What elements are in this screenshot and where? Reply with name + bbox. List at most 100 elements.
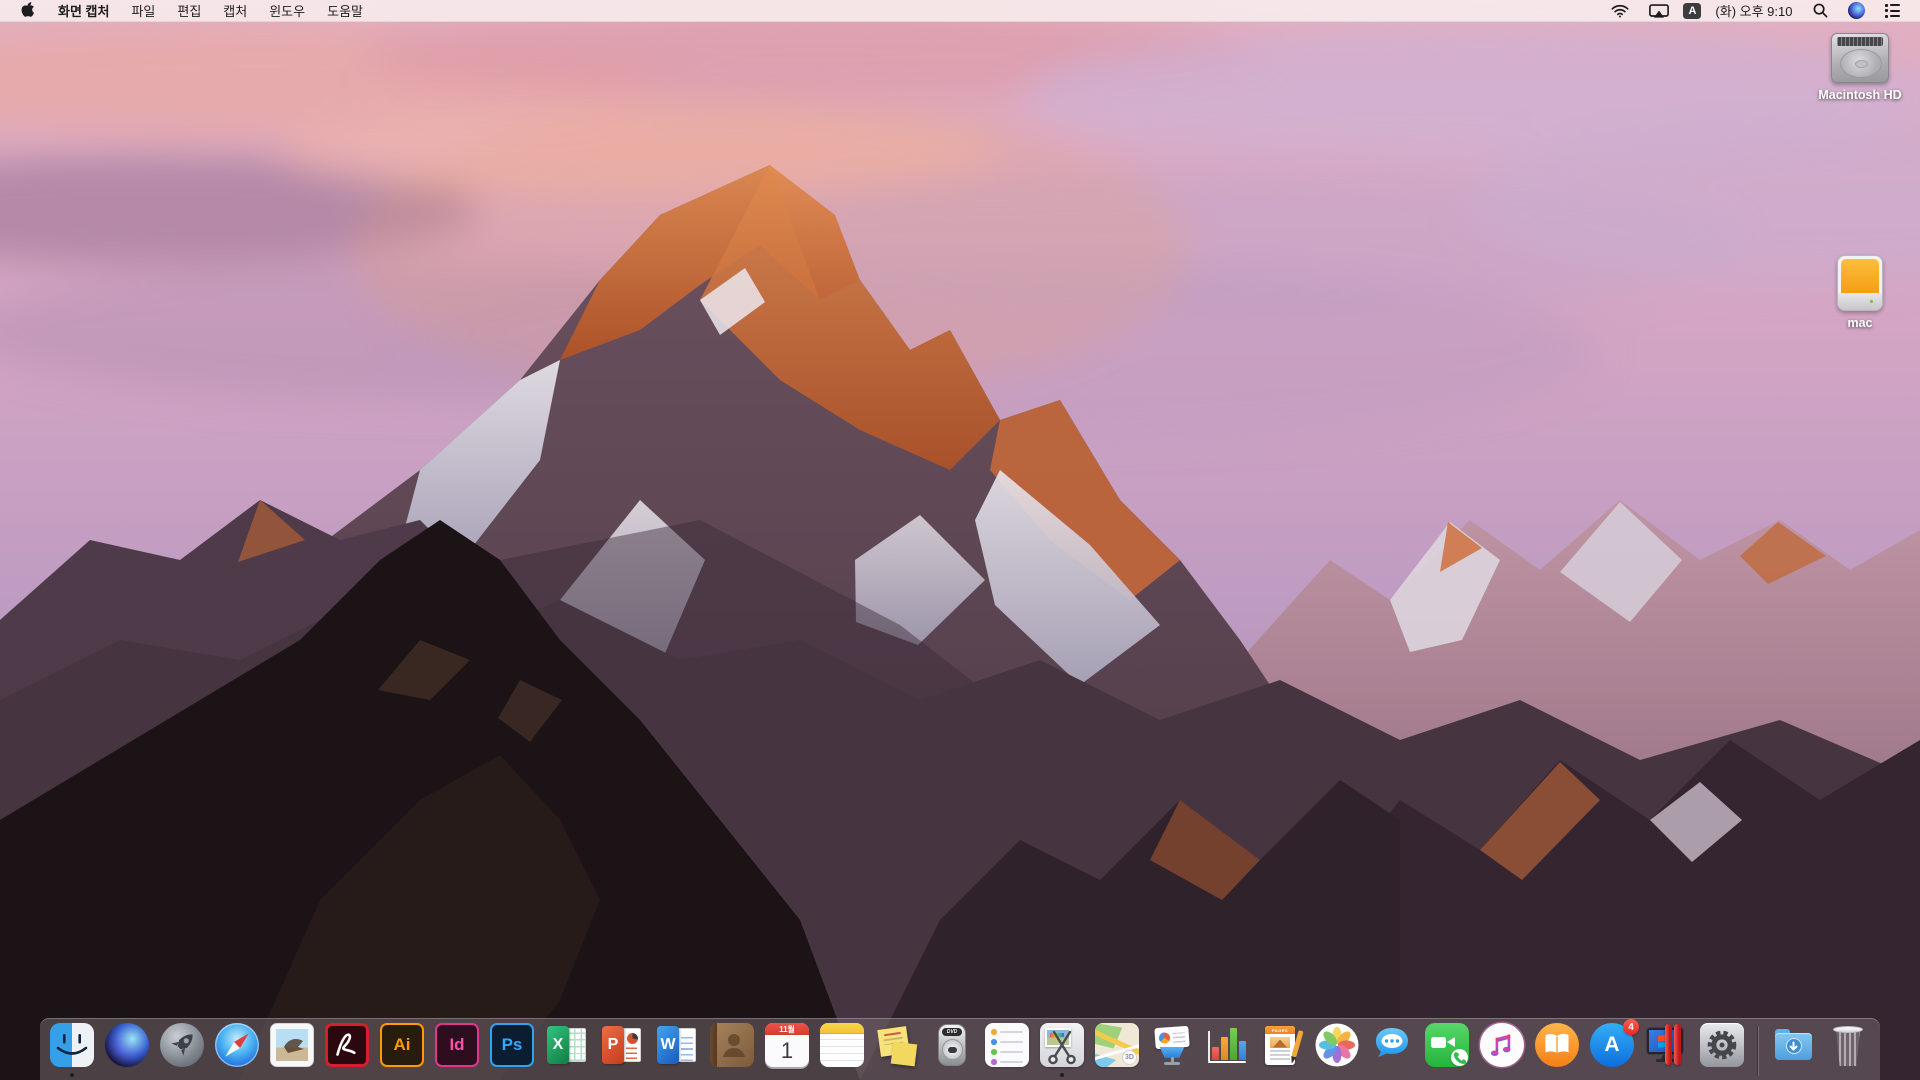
dock-item-indesign[interactable]: Id xyxy=(434,1022,480,1080)
downloads-folder-icon xyxy=(1771,1023,1815,1067)
trash-icon xyxy=(1826,1023,1870,1067)
desktop-icon-mac[interactable]: mac xyxy=(1812,255,1908,330)
app-store-letter: A xyxy=(1604,1033,1619,1057)
dock-item-pages[interactable]: PAGES xyxy=(1259,1022,1305,1080)
illustrator-icon: Ai xyxy=(380,1023,424,1067)
dock-item-siri[interactable] xyxy=(104,1022,150,1080)
dock-item-photoshop[interactable]: Ps xyxy=(489,1022,535,1080)
dock: Ai Id Ps X P W 11월 xyxy=(40,1018,1880,1080)
facetime-icon xyxy=(1425,1023,1469,1067)
parallels-icon xyxy=(1645,1023,1689,1067)
reminders-icon xyxy=(985,1023,1029,1067)
dock-item-notes[interactable] xyxy=(819,1022,865,1080)
dock-item-downloads[interactable] xyxy=(1770,1022,1816,1080)
dock-item-mail[interactable] xyxy=(269,1022,315,1080)
dock-item-contacts[interactable] xyxy=(709,1022,755,1080)
dock-item-launchpad[interactable] xyxy=(159,1022,205,1080)
dock-item-trash[interactable] xyxy=(1825,1022,1871,1080)
menu-bar-status: A (화) 오후 9:10 xyxy=(1605,0,1920,21)
calendar-icon: 11월 1 xyxy=(765,1023,809,1067)
safari-icon xyxy=(215,1023,259,1067)
dock-item-app-store[interactable]: A 4 xyxy=(1589,1022,1635,1080)
photos-icon xyxy=(1315,1023,1359,1067)
dock-item-facetime[interactable] xyxy=(1424,1022,1470,1080)
dock-item-maps[interactable]: 3D xyxy=(1094,1022,1140,1080)
dock-item-parallels[interactable] xyxy=(1644,1022,1690,1080)
indesign-label: Id xyxy=(449,1035,464,1055)
illustrator-label: Ai xyxy=(394,1035,411,1055)
excel-icon: X xyxy=(545,1023,589,1067)
menu-app-name[interactable]: 화면 캡처 xyxy=(47,0,120,21)
menu-file[interactable]: 파일 xyxy=(120,0,166,21)
menu-bar: 화면 캡처 파일 편집 캡처 윈도우 도움말 A (화) 오후 9:10 xyxy=(0,0,1920,22)
dock-item-grab[interactable] xyxy=(1039,1022,1085,1080)
pages-icon: PAGES xyxy=(1260,1023,1304,1067)
input-source-badge[interactable]: A xyxy=(1683,3,1701,19)
siri-icon[interactable] xyxy=(1842,0,1871,21)
word-icon: W xyxy=(655,1023,699,1067)
ibooks-icon xyxy=(1535,1023,1579,1067)
launchpad-icon xyxy=(160,1023,204,1067)
dock-item-calendar[interactable]: 11월 1 xyxy=(764,1022,810,1080)
photoshop-label: Ps xyxy=(502,1035,523,1055)
itunes-icon xyxy=(1480,1023,1524,1067)
desktop-icon-label: Macintosh HD xyxy=(1818,88,1901,102)
running-indicator xyxy=(1060,1073,1064,1077)
dock-item-photos[interactable] xyxy=(1314,1022,1360,1080)
finder-icon xyxy=(50,1023,94,1067)
dock-item-reminders[interactable] xyxy=(984,1022,1030,1080)
powerpoint-letter: P xyxy=(608,1036,619,1054)
desktop-icon-label: mac xyxy=(1847,316,1872,330)
powerpoint-icon: P xyxy=(600,1023,644,1067)
siri-app-icon xyxy=(105,1023,149,1067)
wallpaper xyxy=(0,0,1920,1080)
desktop-icon-macintosh-hd[interactable]: Macintosh HD xyxy=(1812,33,1908,102)
running-indicator xyxy=(70,1073,74,1077)
dock-item-dvd-player[interactable]: DVD xyxy=(929,1022,975,1080)
dock-item-powerpoint[interactable]: P xyxy=(599,1022,645,1080)
dock-item-stickies[interactable] xyxy=(874,1022,920,1080)
dock-item-word[interactable]: W xyxy=(654,1022,700,1080)
app-store-badge: 4 xyxy=(1623,1019,1639,1035)
dock-item-safari[interactable] xyxy=(214,1022,260,1080)
external-drive-icon xyxy=(1837,255,1883,311)
apple-menu[interactable] xyxy=(14,0,47,21)
messages-icon xyxy=(1370,1023,1414,1067)
menu-window[interactable]: 윈도우 xyxy=(258,0,316,21)
spotlight-search-icon[interactable] xyxy=(1807,0,1834,21)
keynote-icon xyxy=(1150,1023,1194,1067)
calendar-month: 11월 xyxy=(779,1024,795,1035)
indesign-icon: Id xyxy=(435,1023,479,1067)
notes-icon xyxy=(820,1023,864,1067)
dock-item-numbers[interactable] xyxy=(1204,1022,1250,1080)
numbers-icon xyxy=(1205,1023,1249,1067)
notification-center-icon[interactable] xyxy=(1879,0,1907,21)
dock-item-illustrator[interactable]: Ai xyxy=(379,1022,425,1080)
wifi-icon[interactable] xyxy=(1605,0,1635,21)
screen-mirroring-icon[interactable] xyxy=(1643,0,1675,21)
stickies-icon xyxy=(875,1023,919,1067)
dock-item-keynote[interactable] xyxy=(1149,1022,1195,1080)
photoshop-icon: Ps xyxy=(490,1023,534,1067)
acrobat-icon xyxy=(325,1023,369,1067)
word-letter: W xyxy=(660,1036,675,1054)
system-preferences-icon xyxy=(1700,1023,1744,1067)
menu-help[interactable]: 도움말 xyxy=(316,0,374,21)
calendar-day: 1 xyxy=(781,1038,793,1064)
menu-capture[interactable]: 캡처 xyxy=(212,0,258,21)
contacts-icon xyxy=(710,1023,754,1067)
menu-bar-clock[interactable]: (화) 오후 9:10 xyxy=(1709,1,1798,20)
dock-item-ibooks[interactable] xyxy=(1534,1022,1580,1080)
grab-icon xyxy=(1040,1023,1084,1067)
excel-letter: X xyxy=(553,1036,564,1054)
hard-drive-icon xyxy=(1831,33,1889,83)
dock-item-excel[interactable]: X xyxy=(544,1022,590,1080)
dock-item-messages[interactable] xyxy=(1369,1022,1415,1080)
dock-item-itunes[interactable] xyxy=(1479,1022,1525,1080)
dock-item-system-preferences[interactable] xyxy=(1699,1022,1745,1080)
dock-item-finder[interactable] xyxy=(49,1022,95,1080)
menu-bar-left: 화면 캡처 파일 편집 캡처 윈도우 도움말 xyxy=(0,0,374,21)
mail-icon xyxy=(270,1023,314,1067)
dock-item-acrobat[interactable] xyxy=(324,1022,370,1080)
menu-edit[interactable]: 편집 xyxy=(166,0,212,21)
